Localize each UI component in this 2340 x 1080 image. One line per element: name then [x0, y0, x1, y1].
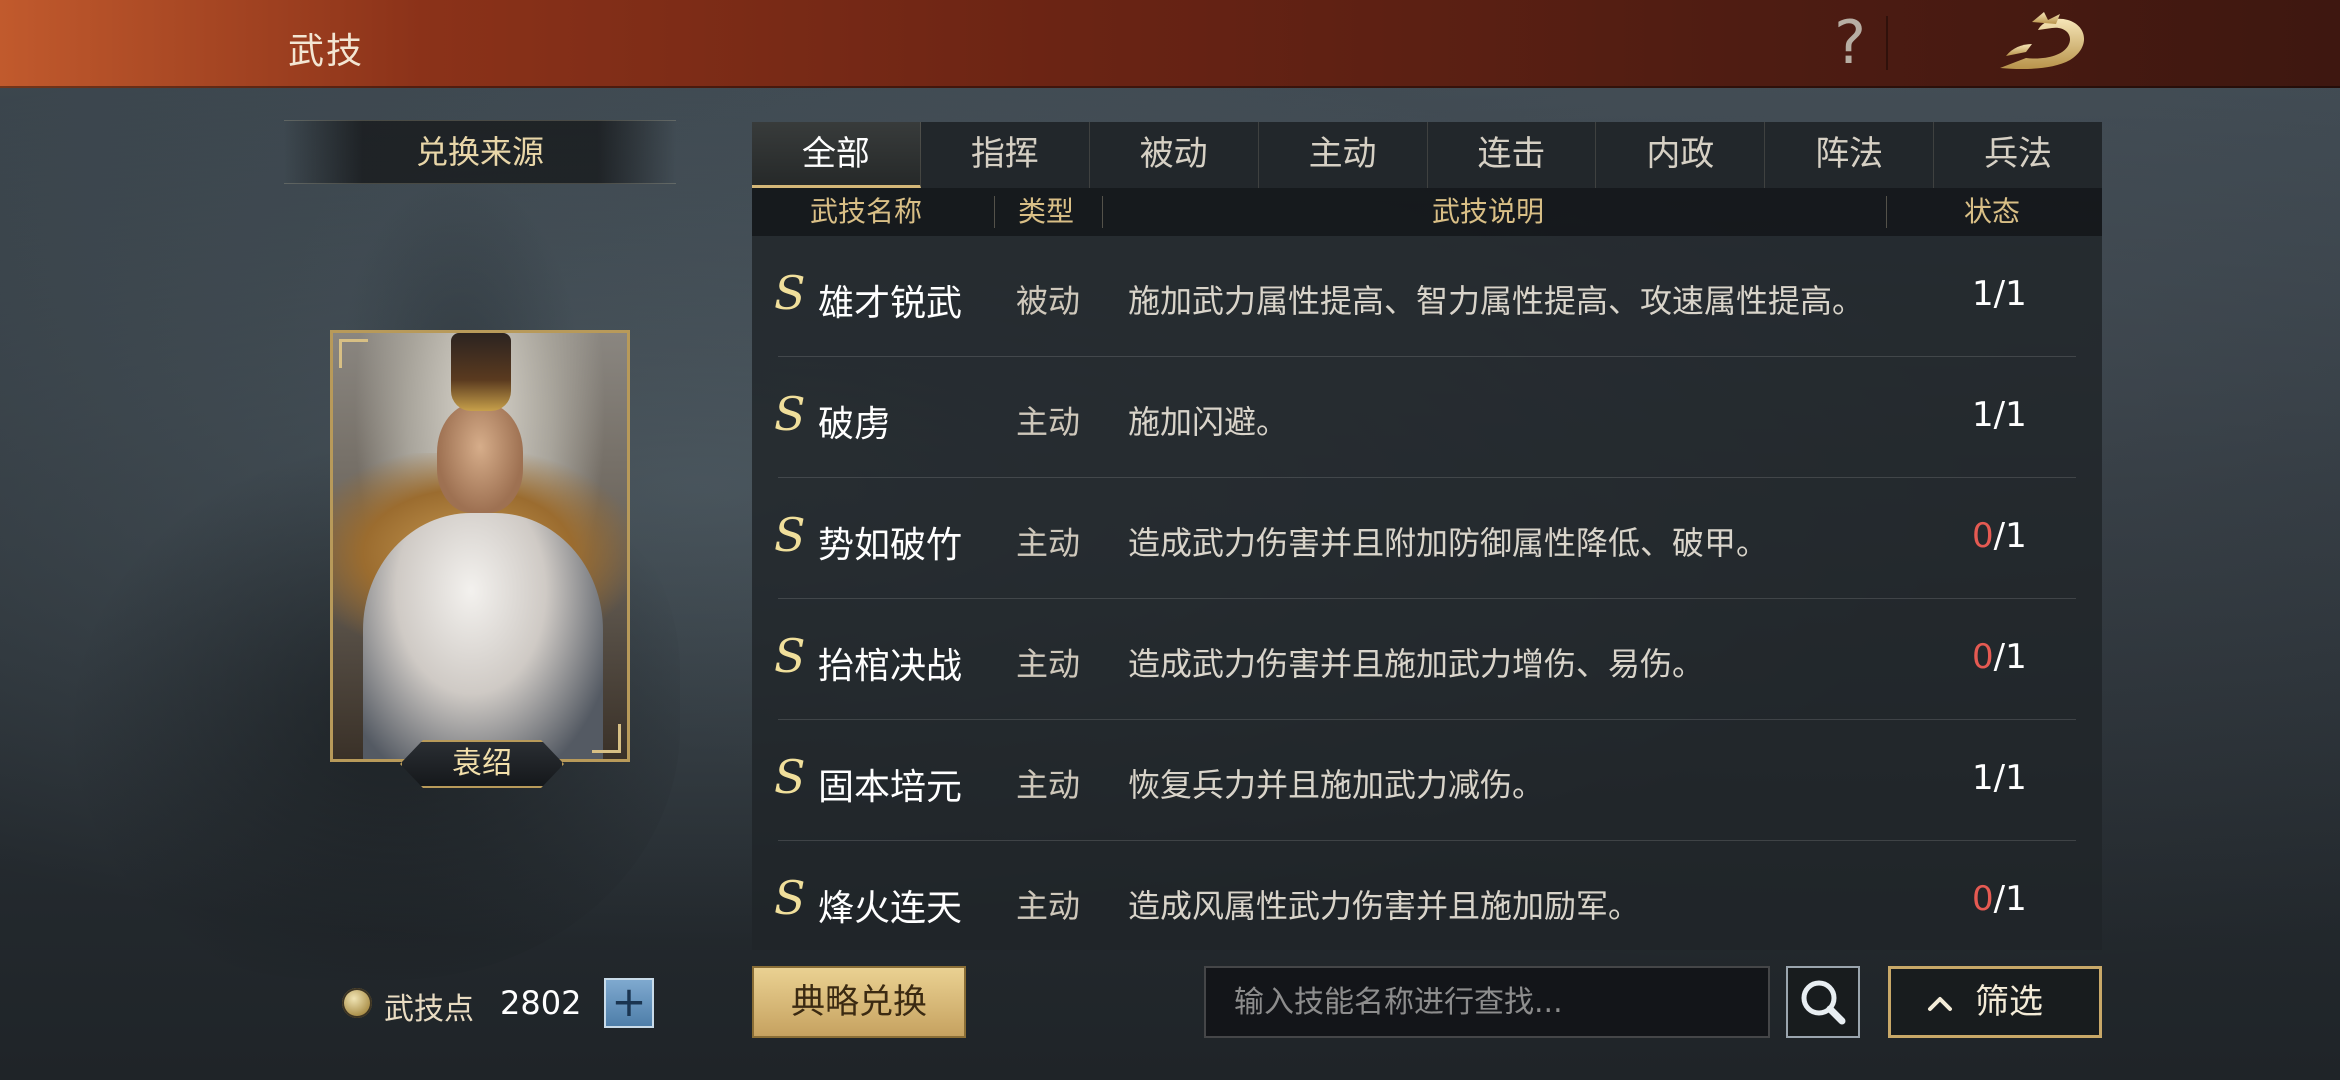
help-icon[interactable]: ?	[1820, 10, 1880, 76]
filter-label: 筛选	[1975, 982, 2043, 1022]
skill-description: 施加闪避。	[1128, 403, 1289, 441]
skill-point-coin-icon	[342, 988, 372, 1018]
skill-status: 1/1	[1972, 274, 2027, 314]
column-separator	[1102, 196, 1103, 228]
skill-grade-badge: S	[774, 629, 806, 683]
tab-combo[interactable]: 连击	[1428, 122, 1597, 188]
skill-grade-badge: S	[774, 266, 806, 320]
table-header: 武技名称 类型 武技说明 状态	[752, 188, 2102, 236]
skill-search-input[interactable]	[1204, 966, 1770, 1038]
general-name-plate: 袁绍	[400, 740, 564, 788]
category-tabs: 全部 指挥 被动 主动 连击 内政 阵法 兵法	[752, 122, 2102, 188]
column-header-name: 武技名称	[810, 195, 923, 228]
skill-points-row: 武技点 2802 +	[338, 976, 658, 1030]
column-separator	[994, 196, 995, 228]
portrait-body	[363, 513, 603, 759]
skill-name: 抬棺决战	[818, 646, 963, 687]
add-points-button[interactable]: +	[604, 978, 654, 1028]
exchange-source-header: 兑换来源	[284, 120, 676, 184]
skill-description: 造成风属性武力伤害并且施加励军。	[1128, 887, 1641, 925]
skill-points-value: 2802	[500, 984, 582, 1022]
filter-button[interactable]: 筛选	[1888, 966, 2102, 1038]
codex-exchange-button[interactable]: 典略兑换	[752, 966, 966, 1038]
tab-formation[interactable]: 阵法	[1765, 122, 1935, 188]
skill-type: 主动	[1016, 403, 1081, 441]
table-row[interactable]: S 固本培元 主动 恢复兵力并且施加武力减伤。 1/1	[752, 720, 2102, 841]
skill-status: 0/1	[1972, 879, 2027, 919]
skill-name: 烽火连天	[818, 888, 963, 929]
tab-active[interactable]: 主动	[1259, 122, 1428, 188]
skill-description: 造成武力伤害并且施加武力增伤、易伤。	[1128, 645, 1705, 683]
tab-all[interactable]: 全部	[752, 122, 921, 188]
skill-type: 主动	[1016, 524, 1081, 562]
dragon-logo-icon[interactable]	[1992, 8, 2100, 78]
table-row[interactable]: S 烽火连天 主动 造成风属性武力伤害并且施加励军。 0/1	[752, 841, 2102, 950]
skill-name: 雄才锐武	[818, 283, 963, 324]
column-separator	[1886, 196, 1887, 228]
search-button[interactable]	[1786, 966, 1860, 1038]
skill-list: S 雄才锐武 被动 施加武力属性提高、智力属性提高、攻速属性提高。 1/1 S …	[752, 236, 2102, 950]
top-bar: 武技 ?	[0, 0, 2340, 88]
skill-type: 主动	[1016, 645, 1081, 683]
table-row[interactable]: S 抬棺决战 主动 造成武力伤害并且施加武力增伤、易伤。 0/1	[752, 599, 2102, 720]
portrait-head	[437, 403, 523, 513]
skill-table: 武技名称 类型 武技说明 状态 S 雄才锐武 被动 施加武力属性提高、智力属性提…	[752, 188, 2102, 950]
skill-description: 造成武力伤害并且附加防御属性降低、破甲。	[1128, 524, 1769, 562]
portrait-hat	[451, 333, 511, 411]
skill-points-label: 武技点	[384, 992, 474, 1027]
skill-type: 主动	[1016, 887, 1081, 925]
skill-type: 被动	[1016, 282, 1081, 320]
column-header-desc: 武技说明	[1432, 195, 1545, 228]
skill-grade-badge: S	[774, 508, 806, 562]
skill-status: 1/1	[1972, 395, 2027, 435]
skill-name: 势如破竹	[818, 525, 963, 566]
skill-type: 主动	[1016, 766, 1081, 804]
search-icon	[1801, 980, 1846, 1025]
skill-grade-badge: S	[774, 387, 806, 441]
skill-grade-badge: S	[774, 871, 806, 925]
table-row[interactable]: S 势如破竹 主动 造成武力伤害并且附加防御属性降低、破甲。 0/1	[752, 478, 2102, 599]
tab-internal-affairs[interactable]: 内政	[1596, 122, 1766, 188]
tab-tactics[interactable]: 兵法	[1934, 122, 2102, 188]
skill-status: 1/1	[1972, 758, 2027, 798]
tab-command[interactable]: 指挥	[921, 122, 1090, 188]
page-title: 武技	[288, 31, 365, 72]
skill-status: 0/1	[1972, 516, 2027, 556]
chevron-up-icon	[1928, 997, 1952, 1011]
skill-status: 0/1	[1972, 637, 2027, 677]
skill-name: 固本培元	[818, 767, 963, 808]
table-row[interactable]: S 雄才锐武 被动 施加武力属性提高、智力属性提高、攻速属性提高。 1/1	[752, 236, 2102, 357]
column-header-status: 状态	[1964, 195, 2021, 228]
tab-passive[interactable]: 被动	[1090, 122, 1259, 188]
table-row[interactable]: S 破虏 主动 施加闪避。 1/1	[752, 357, 2102, 478]
card-corner-ornament	[592, 724, 621, 753]
general-portrait-card[interactable]	[330, 330, 630, 762]
skill-description: 恢复兵力并且施加武力减伤。	[1128, 766, 1545, 804]
skill-description: 施加武力属性提高、智力属性提高、攻速属性提高。	[1128, 282, 1865, 320]
top-divider	[1886, 16, 1888, 70]
card-corner-ornament	[339, 339, 368, 368]
skill-name: 破虏	[818, 404, 891, 445]
column-header-type: 类型	[1018, 195, 1075, 228]
skill-grade-badge: S	[774, 750, 806, 804]
